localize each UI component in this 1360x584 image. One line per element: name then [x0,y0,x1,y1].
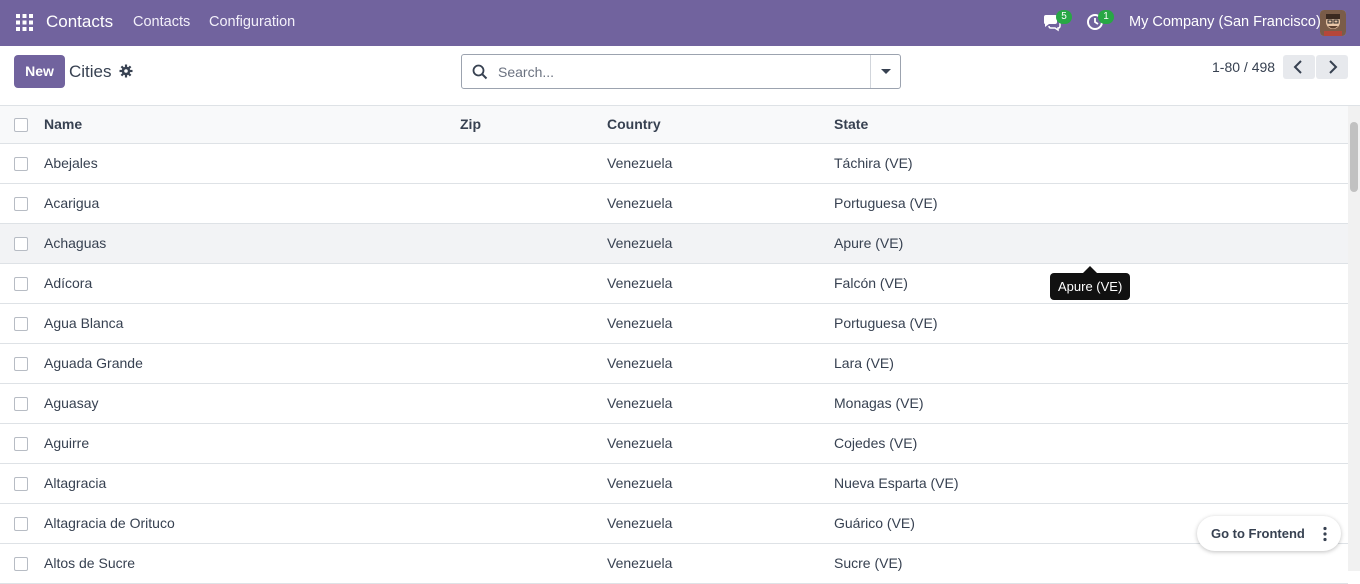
kebab-menu-icon[interactable] [1316,525,1334,543]
cell-name: Adícora [44,275,93,291]
cell-name: Agua Blanca [44,315,124,331]
menu-contacts[interactable]: Contacts [133,14,190,30]
cell-name: Achaguas [44,235,107,251]
app-name[interactable]: Contacts [46,12,113,32]
cell-name: Altagracia de Orituco [44,515,175,531]
table-row[interactable]: Adícora Venezuela Falcón (VE) [0,264,1348,304]
pager-value[interactable]: 1-80 / 498 [1212,59,1275,75]
top-navbar: Contacts Contacts Configuration 5 1 My C… [0,0,1360,46]
cell-country: Venezuela [607,355,673,371]
cell-state: Táchira (VE) [834,155,913,171]
apps-grid-icon[interactable] [16,14,33,31]
tooltip-arrow [1083,266,1097,273]
cell-state: Portuguesa (VE) [834,315,938,331]
chevron-right-icon [1329,60,1338,74]
column-header-name[interactable]: Name [44,116,82,132]
cell-country: Venezuela [607,155,673,171]
row-checkbox[interactable] [14,517,28,531]
cell-name: Aguirre [44,435,90,451]
cell-country: Venezuela [607,555,673,571]
row-checkbox[interactable] [14,317,28,331]
table-row[interactable]: Agua Blanca Venezuela Portuguesa (VE) [0,304,1348,344]
row-checkbox[interactable] [14,277,28,291]
row-checkbox[interactable] [14,237,28,251]
row-checkbox[interactable] [14,437,28,451]
table-row[interactable]: Aguada Grande Venezuela Lara (VE) [0,344,1348,384]
cell-state: Cojedes (VE) [834,435,918,451]
cell-country: Venezuela [607,315,673,331]
cell-state: Lara (VE) [834,355,894,371]
row-checkbox[interactable] [14,197,28,211]
tooltip: Apure (VE) [1050,273,1131,300]
cell-country: Venezuela [607,475,673,491]
column-header-state[interactable]: State [834,116,868,132]
cell-country: Venezuela [607,195,673,211]
cell-name: Aguada Grande [44,355,143,371]
cell-country: Venezuela [607,395,673,411]
go-to-frontend-button[interactable]: Go to Frontend [1211,526,1305,541]
cell-country: Venezuela [607,435,673,451]
control-panel: New Cities 1-80 / 498 [0,46,1360,106]
cell-name: Aguasay [44,395,99,411]
cell-country: Venezuela [607,515,673,531]
search-bar [461,54,901,89]
table-row[interactable]: Acarigua Venezuela Portuguesa (VE) [0,184,1348,224]
cell-name: Altos de Sucre [44,555,136,571]
chevron-left-icon [1293,60,1302,74]
vertical-scrollbar[interactable] [1348,106,1360,571]
cell-state: Nueva Esparta (VE) [834,475,959,491]
table-row[interactable]: Altagracia de Orituco Venezuela Guárico … [0,504,1348,544]
cell-country: Venezuela [607,275,673,291]
menu-configuration[interactable]: Configuration [209,14,295,30]
gear-icon[interactable] [119,64,133,78]
table-row[interactable]: Abejales Venezuela Táchira (VE) [0,144,1348,184]
search-input[interactable] [498,61,868,83]
messages-badge: 5 [1056,10,1072,24]
table-row[interactable]: Aguirre Venezuela Cojedes (VE) [0,424,1348,464]
page-title: Cities [69,62,112,81]
caret-down-icon [881,69,891,74]
row-checkbox[interactable] [14,157,28,171]
new-button[interactable]: New [14,55,65,88]
cell-name: Abejales [44,155,98,171]
table-row[interactable]: Altos de Sucre Venezuela Sucre (VE) [0,544,1348,584]
table-row[interactable]: Aguasay Venezuela Monagas (VE) [0,384,1348,424]
cell-state: Apure (VE) [834,235,904,251]
table-header: Name Zip Country State [0,106,1348,144]
cell-state: Sucre (VE) [834,555,903,571]
cell-country: Venezuela [607,235,673,251]
cell-state: Guárico (VE) [834,515,915,531]
cell-name: Altagracia [44,475,107,491]
company-switcher[interactable]: My Company (San Francisco) [1129,14,1321,30]
cell-name: Acarigua [44,195,100,211]
row-checkbox[interactable] [14,557,28,571]
row-checkbox[interactable] [14,477,28,491]
cell-state: Portuguesa (VE) [834,195,938,211]
pager-previous-button[interactable] [1283,55,1315,79]
column-header-zip[interactable]: Zip [460,116,481,132]
table-row[interactable]: Achaguas Venezuela Apure (VE) [0,224,1348,264]
cell-state: Monagas (VE) [834,395,924,411]
user-avatar[interactable] [1320,10,1346,36]
go-to-frontend-widget: Go to Frontend [1197,516,1341,551]
column-header-country[interactable]: Country [607,116,661,132]
pager-next-button[interactable] [1316,55,1348,79]
cell-state: Falcón (VE) [834,275,908,291]
scrollbar-thumb[interactable] [1350,122,1358,192]
search-options-toggle[interactable] [870,55,900,88]
search-icon [472,64,488,80]
activities-badge: 1 [1098,10,1114,24]
select-all-checkbox[interactable] [14,118,28,132]
table-row[interactable]: Altagracia Venezuela Nueva Esparta (VE) [0,464,1348,504]
row-checkbox[interactable] [14,357,28,371]
row-checkbox[interactable] [14,397,28,411]
